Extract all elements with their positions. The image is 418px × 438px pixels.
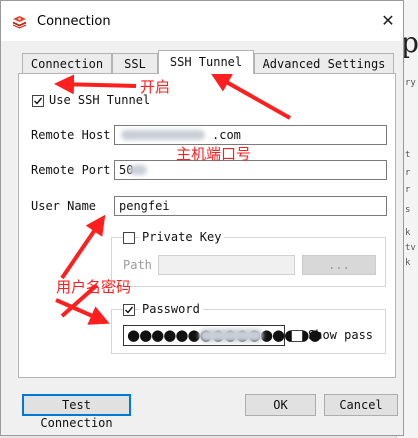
annotation-arrow — [60, 214, 106, 280]
annotation-user-pass: 用户名密码 — [56, 278, 132, 296]
annotation-host-port: 主机端口号 — [176, 145, 252, 163]
annotation-arrow — [210, 73, 291, 120]
annotation-enable: 开启 — [140, 78, 171, 96]
tab-ssh-tunnel[interactable]: SSH Tunnel — [158, 50, 254, 74]
annotation-arrow — [55, 298, 110, 325]
annotation-arrow — [54, 74, 137, 95]
